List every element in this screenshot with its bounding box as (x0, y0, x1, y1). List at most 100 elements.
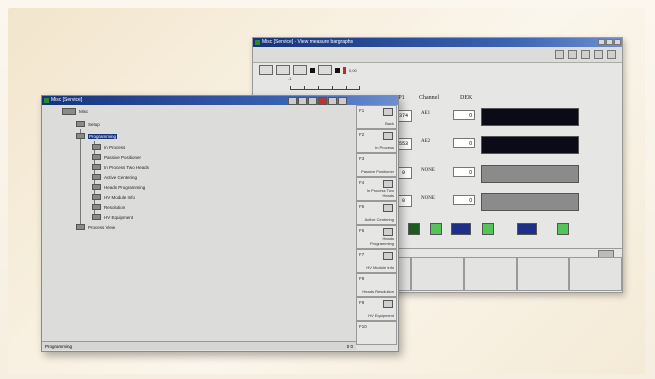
function-key-f1[interactable]: F1 Back (356, 105, 397, 129)
tree-item-label: Resolution (104, 204, 126, 210)
view-icon[interactable] (259, 65, 273, 75)
function-key-f6[interactable]: F6 Heads Programming (356, 225, 397, 249)
tool-icon[interactable] (328, 96, 337, 105)
tree-item[interactable]: Programming (76, 132, 118, 140)
tree-item[interactable]: Active Centering (92, 173, 137, 181)
function-key-f2[interactable]: F2 In Process (356, 129, 397, 153)
fkey-label: Heads Programming (369, 236, 394, 246)
programming-icon (76, 133, 85, 139)
channel-row: 0 NONE 0 (393, 165, 618, 183)
computer-icon (62, 107, 76, 115)
tool-icon[interactable] (338, 96, 347, 105)
graph-icon[interactable] (318, 65, 332, 75)
fkey-number: F6 (359, 228, 365, 233)
app-icon (44, 98, 49, 103)
function-key[interactable] (411, 257, 464, 291)
row-channel-name: NONE (421, 196, 435, 201)
tool-icon[interactable] (308, 96, 317, 105)
status-indicator (408, 223, 420, 235)
bargraph-title-bar[interactable]: Misc [Service] - View measure bargraphs (253, 38, 622, 47)
heads-icon (92, 184, 101, 190)
tree-item[interactable]: HV Module Info (92, 193, 135, 201)
row-channel-name: AE2 (421, 139, 431, 144)
misc-toolstrip (288, 96, 347, 105)
tool-icon[interactable] (288, 96, 297, 105)
measure-scale: -1 (288, 76, 360, 90)
bargraph-title: Misc [Service] - View measure bargraphs (262, 39, 354, 45)
centering-icon (383, 204, 393, 212)
fkey-number: F2 (359, 132, 365, 137)
pointer-icon[interactable] (293, 65, 307, 75)
tree-item[interactable]: Process View (76, 223, 115, 231)
stop-icon[interactable] (310, 67, 315, 73)
tree-item[interactable]: Heads Programming (92, 183, 145, 191)
fkey-label: In Process Two Heads (366, 188, 394, 198)
maximize-button[interactable] (606, 39, 613, 45)
tree-item[interactable]: Misc (62, 107, 88, 115)
function-key-f10[interactable]: F10 (356, 321, 397, 345)
window-controls (598, 39, 621, 45)
function-key-f9[interactable]: F9 HV Equipment (356, 297, 397, 321)
status-indicators: 0 0 (346, 344, 353, 349)
misc-window: Misc [Service] Misc Setup Programming In… (41, 95, 399, 352)
resolution-icon (92, 204, 101, 210)
tree-item-label: HV Equipment (104, 214, 134, 220)
function-key-panel: F1 Back F2 In Process F3 Passive Positio… (356, 105, 397, 351)
tree-item[interactable]: Setup (76, 120, 100, 128)
settings-icon[interactable] (607, 50, 616, 59)
misc-title: Misc [Service] (51, 97, 83, 103)
bargraph-toolbar (253, 47, 622, 63)
row-value-field[interactable]: 0 (453, 138, 475, 148)
status-indicator (482, 223, 494, 235)
tree-item-label: In Process (104, 144, 126, 150)
channel-row: 374 AE1 0 (393, 108, 618, 126)
row-channel-name: AE1 (421, 111, 431, 116)
function-key-f4[interactable]: F4 In Process Two Heads (356, 177, 397, 201)
camera-icon[interactable] (581, 50, 590, 59)
scale-label: -1 (288, 76, 292, 81)
fkey-label: HV Equipment (368, 313, 394, 318)
row-value-field[interactable]: 0 (453, 110, 475, 120)
tree-item[interactable]: In Process (92, 143, 125, 151)
row-bargraph (481, 108, 579, 126)
fkey-label: HV Module Info (366, 265, 394, 270)
row-value-field[interactable]: 0 (453, 167, 475, 177)
tree-item[interactable]: Passive Positioner (92, 153, 141, 161)
fkey-number: F10 (359, 324, 367, 329)
two-heads-icon (383, 180, 393, 188)
close-button[interactable] (614, 39, 621, 45)
fkey-number: F9 (359, 300, 365, 305)
row-bargraph (481, 165, 579, 183)
tree-item[interactable]: In Process Two Heads (92, 163, 149, 171)
function-key-f7[interactable]: F7 HV Module Info (356, 249, 397, 273)
fkey-number: F5 (359, 204, 365, 209)
row-value-field[interactable]: 0 (453, 195, 475, 205)
tool-icon[interactable] (298, 96, 307, 105)
tree-item-label: Active Centering (104, 174, 138, 180)
equipment-icon (92, 214, 101, 220)
minimize-button[interactable] (598, 39, 605, 45)
square-icon[interactable] (335, 67, 340, 73)
function-key[interactable] (463, 257, 517, 291)
function-key-f5[interactable]: F5 Active Centering (356, 201, 397, 225)
tree-item-label: Passive Positioner (104, 154, 142, 160)
play-icon[interactable] (555, 50, 564, 59)
app-icon (255, 40, 260, 45)
positioner-icon (92, 154, 101, 160)
refresh-icon[interactable] (594, 50, 603, 59)
mode-icon[interactable] (276, 65, 290, 75)
function-key-f3[interactable]: F3 Passive Positioner (356, 153, 397, 177)
function-key[interactable] (516, 257, 570, 291)
module-icon (92, 194, 101, 200)
tree-item[interactable]: Resolution (92, 203, 125, 211)
row-channel-name: NONE (421, 168, 435, 173)
function-key-f8[interactable]: F8 Heads Resolution (356, 273, 397, 297)
header-channel: Channel (419, 95, 439, 101)
tree-item-label: HV Module Info (104, 194, 136, 200)
marker-icon[interactable] (343, 66, 346, 74)
ruler-icon[interactable] (568, 50, 577, 59)
tree-item[interactable]: HV Equipment (92, 213, 133, 221)
fkey-number: F4 (359, 180, 365, 185)
tool-icon[interactable] (318, 96, 327, 105)
function-key[interactable] (569, 257, 623, 291)
